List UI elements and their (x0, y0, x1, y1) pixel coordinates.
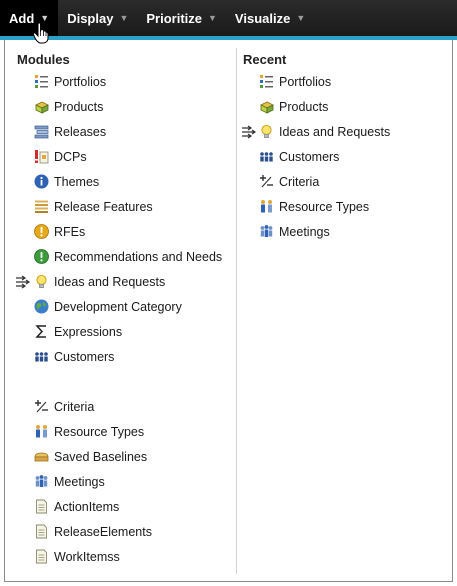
module-item-customers[interactable]: Customers (5, 344, 237, 369)
menu-visualize[interactable]: Visualize ▼ (226, 0, 314, 36)
module-item-releaseelements[interactable]: ReleaseElements (5, 519, 237, 544)
module-item-releases[interactable]: Releases (5, 119, 237, 144)
module-label: WorkItemss (54, 549, 120, 564)
menu-prioritize[interactable]: Prioritize ▼ (137, 0, 226, 36)
menu-display-label: Display (67, 10, 114, 26)
meetings-icon (259, 224, 274, 239)
warning-circle-icon (34, 224, 49, 239)
module-label: Meetings (54, 474, 105, 489)
recent-item-ideas-and-requests[interactable]: Ideas and Requests (238, 119, 452, 144)
module-label: Ideas and Requests (54, 274, 166, 289)
shuffle-arrows-icon (241, 125, 257, 139)
baseline-icon (34, 449, 49, 464)
document-icon (34, 549, 49, 564)
module-item-meetings[interactable]: Meetings (5, 469, 237, 494)
criteria-icon (259, 174, 274, 189)
resource-types-icon (259, 199, 274, 214)
module-label: Criteria (54, 399, 95, 414)
portfolio-icon (259, 74, 274, 89)
module-item-ideas-and-requests[interactable]: Ideas and Requests (5, 269, 237, 294)
recent-item-meetings[interactable]: Meetings (238, 219, 452, 244)
module-label: Expressions (54, 324, 123, 339)
dcp-icon (34, 149, 49, 164)
info-icon (34, 174, 49, 189)
module-item-actionitems[interactable]: ActionItems (5, 494, 237, 519)
module-label: Release Features (54, 199, 153, 214)
module-label: Products (54, 99, 104, 114)
module-label: Development Category (54, 299, 182, 314)
exclamation-circle-icon (34, 249, 49, 264)
module-label: RFEs (54, 224, 86, 239)
module-label: Customers (54, 349, 115, 364)
recent-item-customers[interactable]: Customers (238, 144, 452, 169)
customers-icon (259, 149, 274, 164)
module-label: Portfolios (54, 74, 107, 89)
module-label: ReleaseElements (54, 524, 152, 539)
module-label: Themes (54, 174, 100, 189)
lightbulb-icon (34, 274, 49, 289)
product-icon (259, 99, 274, 114)
chevron-down-icon: ▼ (208, 13, 217, 23)
recent-item-criteria[interactable]: Criteria (238, 169, 452, 194)
module-item-development-category[interactable]: Development Category (5, 294, 237, 319)
module-item-release-features[interactable]: Release Features (5, 194, 237, 219)
module-label: Saved Baselines (54, 449, 148, 464)
recent-item-resource-types[interactable]: Resource Types (238, 194, 452, 219)
module-item-portfolios[interactable]: Portfolios (5, 69, 237, 94)
customers-icon (34, 349, 49, 364)
portfolio-icon (34, 74, 49, 89)
menu-add-label: Add (9, 10, 35, 26)
meetings-icon (34, 474, 49, 489)
module-item-saved-baselines[interactable]: Saved Baselines (5, 444, 237, 469)
lightbulb-icon (259, 124, 274, 139)
recent-heading: Recent (243, 52, 287, 67)
menu-visualize-label: Visualize (234, 10, 291, 26)
recent-label: Portfolios (279, 74, 332, 89)
shuffle-arrows-icon (15, 275, 31, 289)
recent-item-portfolios[interactable]: Portfolios (238, 69, 452, 94)
document-icon (34, 499, 49, 514)
recent-label: Customers (279, 149, 340, 164)
resource-types-icon (34, 424, 49, 439)
module-item-expressions[interactable]: Expressions (5, 319, 237, 344)
module-item-recommendations-and-needs[interactable]: Recommendations and Needs (5, 244, 237, 269)
modules-heading: Modules (17, 52, 70, 67)
module-item-criteria[interactable]: Criteria (5, 394, 237, 419)
recent-label: Products (279, 99, 329, 114)
recent-item-products[interactable]: Products (238, 94, 452, 119)
module-item-workitemss[interactable]: WorkItemss (5, 544, 237, 569)
criteria-icon (34, 399, 49, 414)
module-item-resource-types[interactable]: Resource Types (5, 419, 237, 444)
product-icon (34, 99, 49, 114)
menu-display[interactable]: Display ▼ (58, 0, 137, 36)
module-item-dcps[interactable]: DCPs (5, 144, 237, 169)
module-label: ActionItems (54, 499, 120, 514)
module-label: Releases (54, 124, 107, 139)
chevron-down-icon: ▼ (296, 13, 306, 23)
globe-icon (34, 299, 49, 314)
top-menu-bar: Add ▼ Display ▼ Prioritize ▼ Visualize ▼ (0, 0, 457, 36)
module-label: DCPs (54, 149, 87, 164)
recent-label: Resource Types (279, 199, 370, 214)
add-dropdown-panel: Modules Portfolios Products Releases DCP… (4, 40, 453, 582)
release-icon (34, 124, 49, 139)
module-label: Recommendations and Needs (54, 249, 223, 264)
menu-prioritize-label: Prioritize (146, 10, 202, 26)
recent-label: Meetings (279, 224, 330, 239)
module-label: Resource Types (54, 424, 145, 439)
recent-label: Criteria (279, 174, 320, 189)
module-item-products[interactable]: Products (5, 94, 237, 119)
feature-stack-icon (34, 199, 49, 214)
modules-list: Portfolios Products Releases DCPs Themes… (5, 69, 237, 569)
module-item-rfes[interactable]: RFEs (5, 219, 237, 244)
hand-cursor-icon (32, 22, 50, 44)
recent-label: Ideas and Requests (279, 124, 391, 139)
document-icon (34, 524, 49, 539)
recent-list: Portfolios Products Ideas and Requests C… (238, 69, 452, 244)
chevron-down-icon: ▼ (119, 13, 129, 23)
sigma-icon (34, 324, 49, 339)
module-item-themes[interactable]: Themes (5, 169, 237, 194)
